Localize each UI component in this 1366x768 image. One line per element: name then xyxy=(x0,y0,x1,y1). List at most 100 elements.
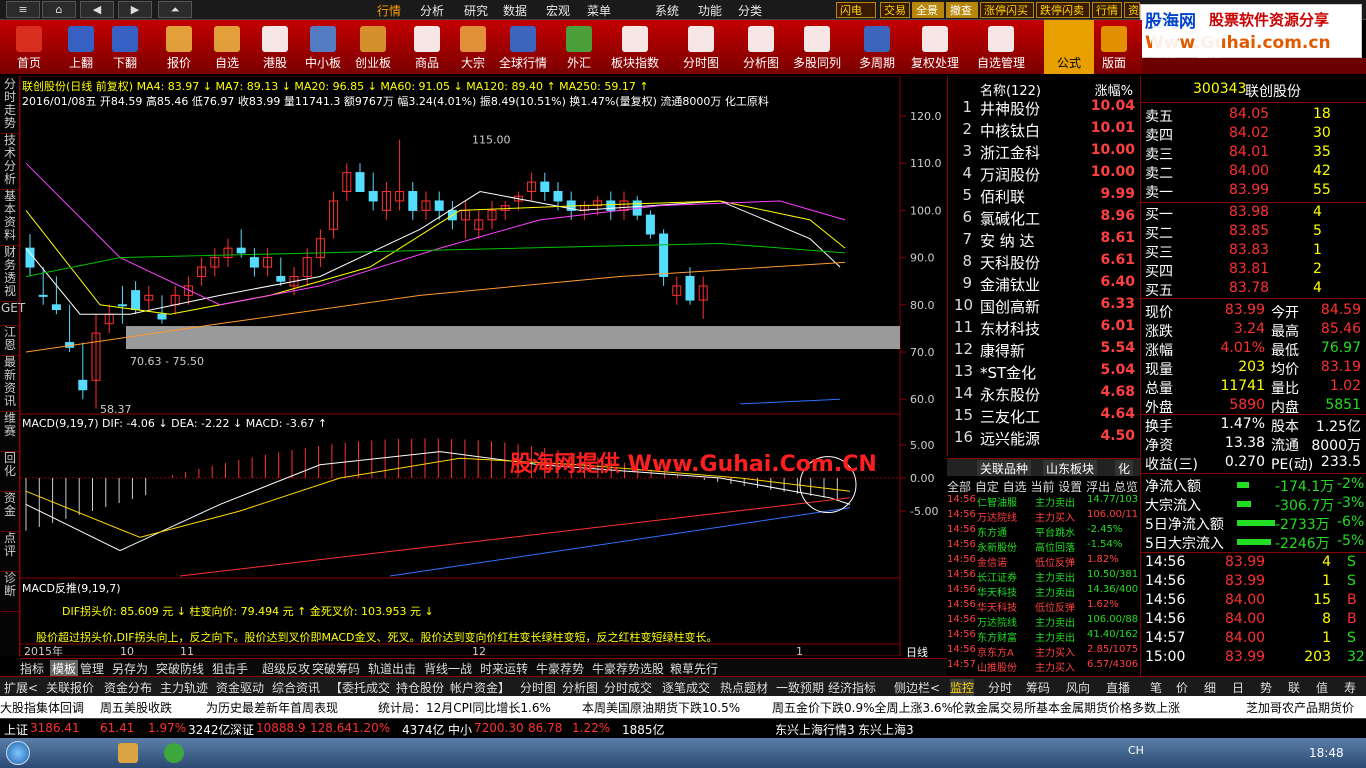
toolbar-版面-button[interactable]: 版面 xyxy=(1094,20,1134,74)
rail-tab-4[interactable]: GET xyxy=(1,302,25,326)
menu-item-7[interactable]: 功能 xyxy=(698,2,722,19)
rank-row[interactable]: 5 佰利联 9.99 xyxy=(948,186,1141,208)
toolbar-外汇-button[interactable]: 外汇 xyxy=(554,20,604,74)
indicator-tab-12[interactable]: 牛豪荐势选股 xyxy=(592,660,664,677)
rail-tab-10[interactable]: 点评 xyxy=(1,532,19,572)
rail-tab-9[interactable]: 资金 xyxy=(1,492,19,532)
indicator-tab-2[interactable]: 管理 xyxy=(80,660,104,677)
toolbar-中小板-button[interactable]: 中小板 xyxy=(298,20,348,74)
indicator-tab-7[interactable]: 突破筹码 xyxy=(312,660,360,677)
function-tab-10[interactable]: 分析图 xyxy=(562,679,598,696)
menu-item-1[interactable]: 分析 xyxy=(420,2,444,19)
menu-item-3[interactable]: 数据 xyxy=(503,2,527,19)
indicator-tab-10[interactable]: 时来运转 xyxy=(480,660,528,677)
rail-tab-6[interactable]: 最新资讯 xyxy=(1,356,19,412)
flow-row[interactable]: 14:56 永新股份 高位回落 -1.54% xyxy=(947,539,1140,554)
rail-tab-7[interactable]: 维赛 xyxy=(1,412,19,452)
news-item-0[interactable]: 大股指集体回调 xyxy=(0,699,84,716)
rank-row[interactable]: 14 永东股份 4.68 xyxy=(948,384,1141,406)
indicator-tab-6[interactable]: 超级反攻 xyxy=(262,660,310,677)
function-tab-9[interactable]: 分时图 xyxy=(520,679,556,696)
flow-row[interactable]: 14:56 仁智油服 主力卖出 14.77/103 xyxy=(947,494,1140,509)
back-arrow-icon[interactable]: ◀ xyxy=(80,1,114,18)
function-tab-20[interactable]: 风向 xyxy=(1066,679,1090,696)
toolbar-分时图-button[interactable]: 分时图 xyxy=(676,20,726,74)
rank-row[interactable]: 7 安 纳 达 8.61 xyxy=(948,230,1141,252)
toolbar-创业板-button[interactable]: 创业板 xyxy=(348,20,398,74)
function-tab-19[interactable]: 筹码 xyxy=(1026,679,1050,696)
input-language[interactable]: CH xyxy=(1128,744,1144,757)
function-tab-7[interactable]: 持仓股份 xyxy=(396,679,444,696)
function-tab-15[interactable]: 经济指标 xyxy=(828,679,876,696)
news-item-3[interactable]: 统计局：12月CPI同比增长1.6% xyxy=(378,699,551,716)
menu-item-4[interactable]: 宏观 xyxy=(546,2,570,19)
rail-tab-3[interactable]: 财务透视 xyxy=(1,246,19,302)
function-tab-4[interactable]: 资金驱动 xyxy=(216,679,264,696)
rail-tab-0[interactable]: 分时走势 xyxy=(1,78,19,134)
quick-btn-2[interactable]: 全景 xyxy=(912,2,944,18)
rank-row[interactable]: 6 氯碱化工 8.96 xyxy=(948,208,1141,230)
related-tab-2[interactable]: 化 xyxy=(1115,460,1134,477)
up-arrow-icon[interactable]: ⏶ xyxy=(158,1,192,18)
flow-row[interactable]: 14:56 京东方A 主力买入 2.85/1075 xyxy=(947,644,1140,659)
rank-row[interactable]: 8 天科股份 6.61 xyxy=(948,252,1141,274)
flow-row[interactable]: 14:57 山推股份 主力买入 6.57/4306 xyxy=(947,659,1140,674)
quick-btn-1[interactable]: 交易 xyxy=(880,2,910,18)
toolbar-港股-button[interactable]: 港股 xyxy=(250,20,300,74)
function-tab-3[interactable]: 主力轨迹 xyxy=(160,679,208,696)
flow-row[interactable]: 14:56 东方通 平台跳水 -2.45% xyxy=(947,524,1140,539)
function-tab-2[interactable]: 资金分布 xyxy=(104,679,152,696)
quick-btn-4[interactable]: 涨停闪买 xyxy=(980,2,1034,18)
explorer-icon[interactable] xyxy=(118,743,138,763)
function-tab-27[interactable]: 联 xyxy=(1288,679,1300,696)
function-tab-23[interactable]: 价 xyxy=(1176,679,1188,696)
rank-row[interactable]: 12 康得新 5.54 xyxy=(948,340,1141,362)
menu-item-8[interactable]: 分类 xyxy=(738,2,762,19)
rail-tab-11[interactable]: 诊断 xyxy=(1,572,19,612)
toolbar-公式-button[interactable]: 公式 xyxy=(1044,20,1094,74)
rail-tab-5[interactable]: 江恩 xyxy=(1,326,19,356)
rank-row[interactable]: 3 浙江金科 10.00 xyxy=(948,142,1141,164)
toolbar-多周期-button[interactable]: 多周期 xyxy=(852,20,902,74)
function-tab-6[interactable]: 【委托成交 xyxy=(330,679,390,696)
flow-row[interactable]: 14:56 万达院线 主力卖出 106.00/88 xyxy=(947,614,1140,629)
forward-arrow-icon[interactable]: ▶ xyxy=(118,1,152,18)
indicator-tab-3[interactable]: 另存为 xyxy=(112,660,148,677)
toolbar-分析图-button[interactable]: 分析图 xyxy=(736,20,786,74)
toolbar-复权处理-button[interactable]: 复权处理 xyxy=(910,20,960,74)
function-tab-29[interactable]: 寿 xyxy=(1344,679,1356,696)
menu-item-0[interactable]: 行情 xyxy=(377,2,401,19)
flow-row[interactable]: 14:56 长江证券 主力卖出 10.50/381 xyxy=(947,569,1140,584)
rank-header-pct[interactable]: 涨幅% xyxy=(1095,80,1133,99)
rank-header-name[interactable]: 名称(122) xyxy=(980,80,1041,99)
toolbar-下翻-button[interactable]: 下翻 xyxy=(100,20,150,74)
rank-row[interactable]: 10 国创高新 6.33 xyxy=(948,296,1141,318)
toolbar-大宗-button[interactable]: 大宗 xyxy=(448,20,498,74)
indicator-tab-9[interactable]: 背线一战 xyxy=(424,660,472,677)
function-tab-16[interactable]: 侧边栏< xyxy=(894,679,940,696)
indicator-tab-4[interactable]: 突破防线 xyxy=(156,660,204,677)
indicator-tab-11[interactable]: 牛豪荐势 xyxy=(536,660,584,677)
news-item-2[interactable]: 为历史最差新年首周表现 xyxy=(206,699,338,716)
flow-row[interactable]: 14:56 东方财富 主力卖出 41.40/162 xyxy=(947,629,1140,644)
flow-row[interactable]: 14:56 华天科技 低位反弹 1.62% xyxy=(947,599,1140,614)
chart-canvas[interactable]: 120.0110.0100.090.080.070.060.0115.0070.… xyxy=(20,76,947,656)
indicator-tab-13[interactable]: 粮草先行 xyxy=(670,660,718,677)
rank-row[interactable]: 4 万润股份 10.00 xyxy=(948,164,1141,186)
kline-chart[interactable]: 120.0 110.0 100.0 90.0 80.0 70.0 60.0 115.00 70.… xyxy=(20,76,947,659)
function-tab-14[interactable]: 一致预期 xyxy=(776,679,824,696)
function-tab-1[interactable]: 关联报价 xyxy=(46,679,94,696)
rail-tab-2[interactable]: 基本资料 xyxy=(1,190,19,246)
quick-btn-6[interactable]: 行情 xyxy=(1092,2,1122,18)
function-tab-25[interactable]: 日 xyxy=(1232,679,1244,696)
function-tab-0[interactable]: 扩展< xyxy=(4,679,38,696)
flow-row[interactable]: 14:56 华天科技 主力卖出 14.36/400 xyxy=(947,584,1140,599)
function-tab-18[interactable]: 分时 xyxy=(988,679,1012,696)
rank-row[interactable]: 9 金浦钛业 6.40 xyxy=(948,274,1141,296)
function-tab-28[interactable]: 值 xyxy=(1316,679,1328,696)
toolbar-上翻-button[interactable]: 上翻 xyxy=(56,20,106,74)
function-tab-13[interactable]: 热点题材 xyxy=(720,679,768,696)
toolbar-自选-button[interactable]: 自选 xyxy=(202,20,252,74)
function-tab-8[interactable]: 帐户资金】 xyxy=(450,679,510,696)
menu-icon[interactable]: ≡ xyxy=(6,1,40,18)
